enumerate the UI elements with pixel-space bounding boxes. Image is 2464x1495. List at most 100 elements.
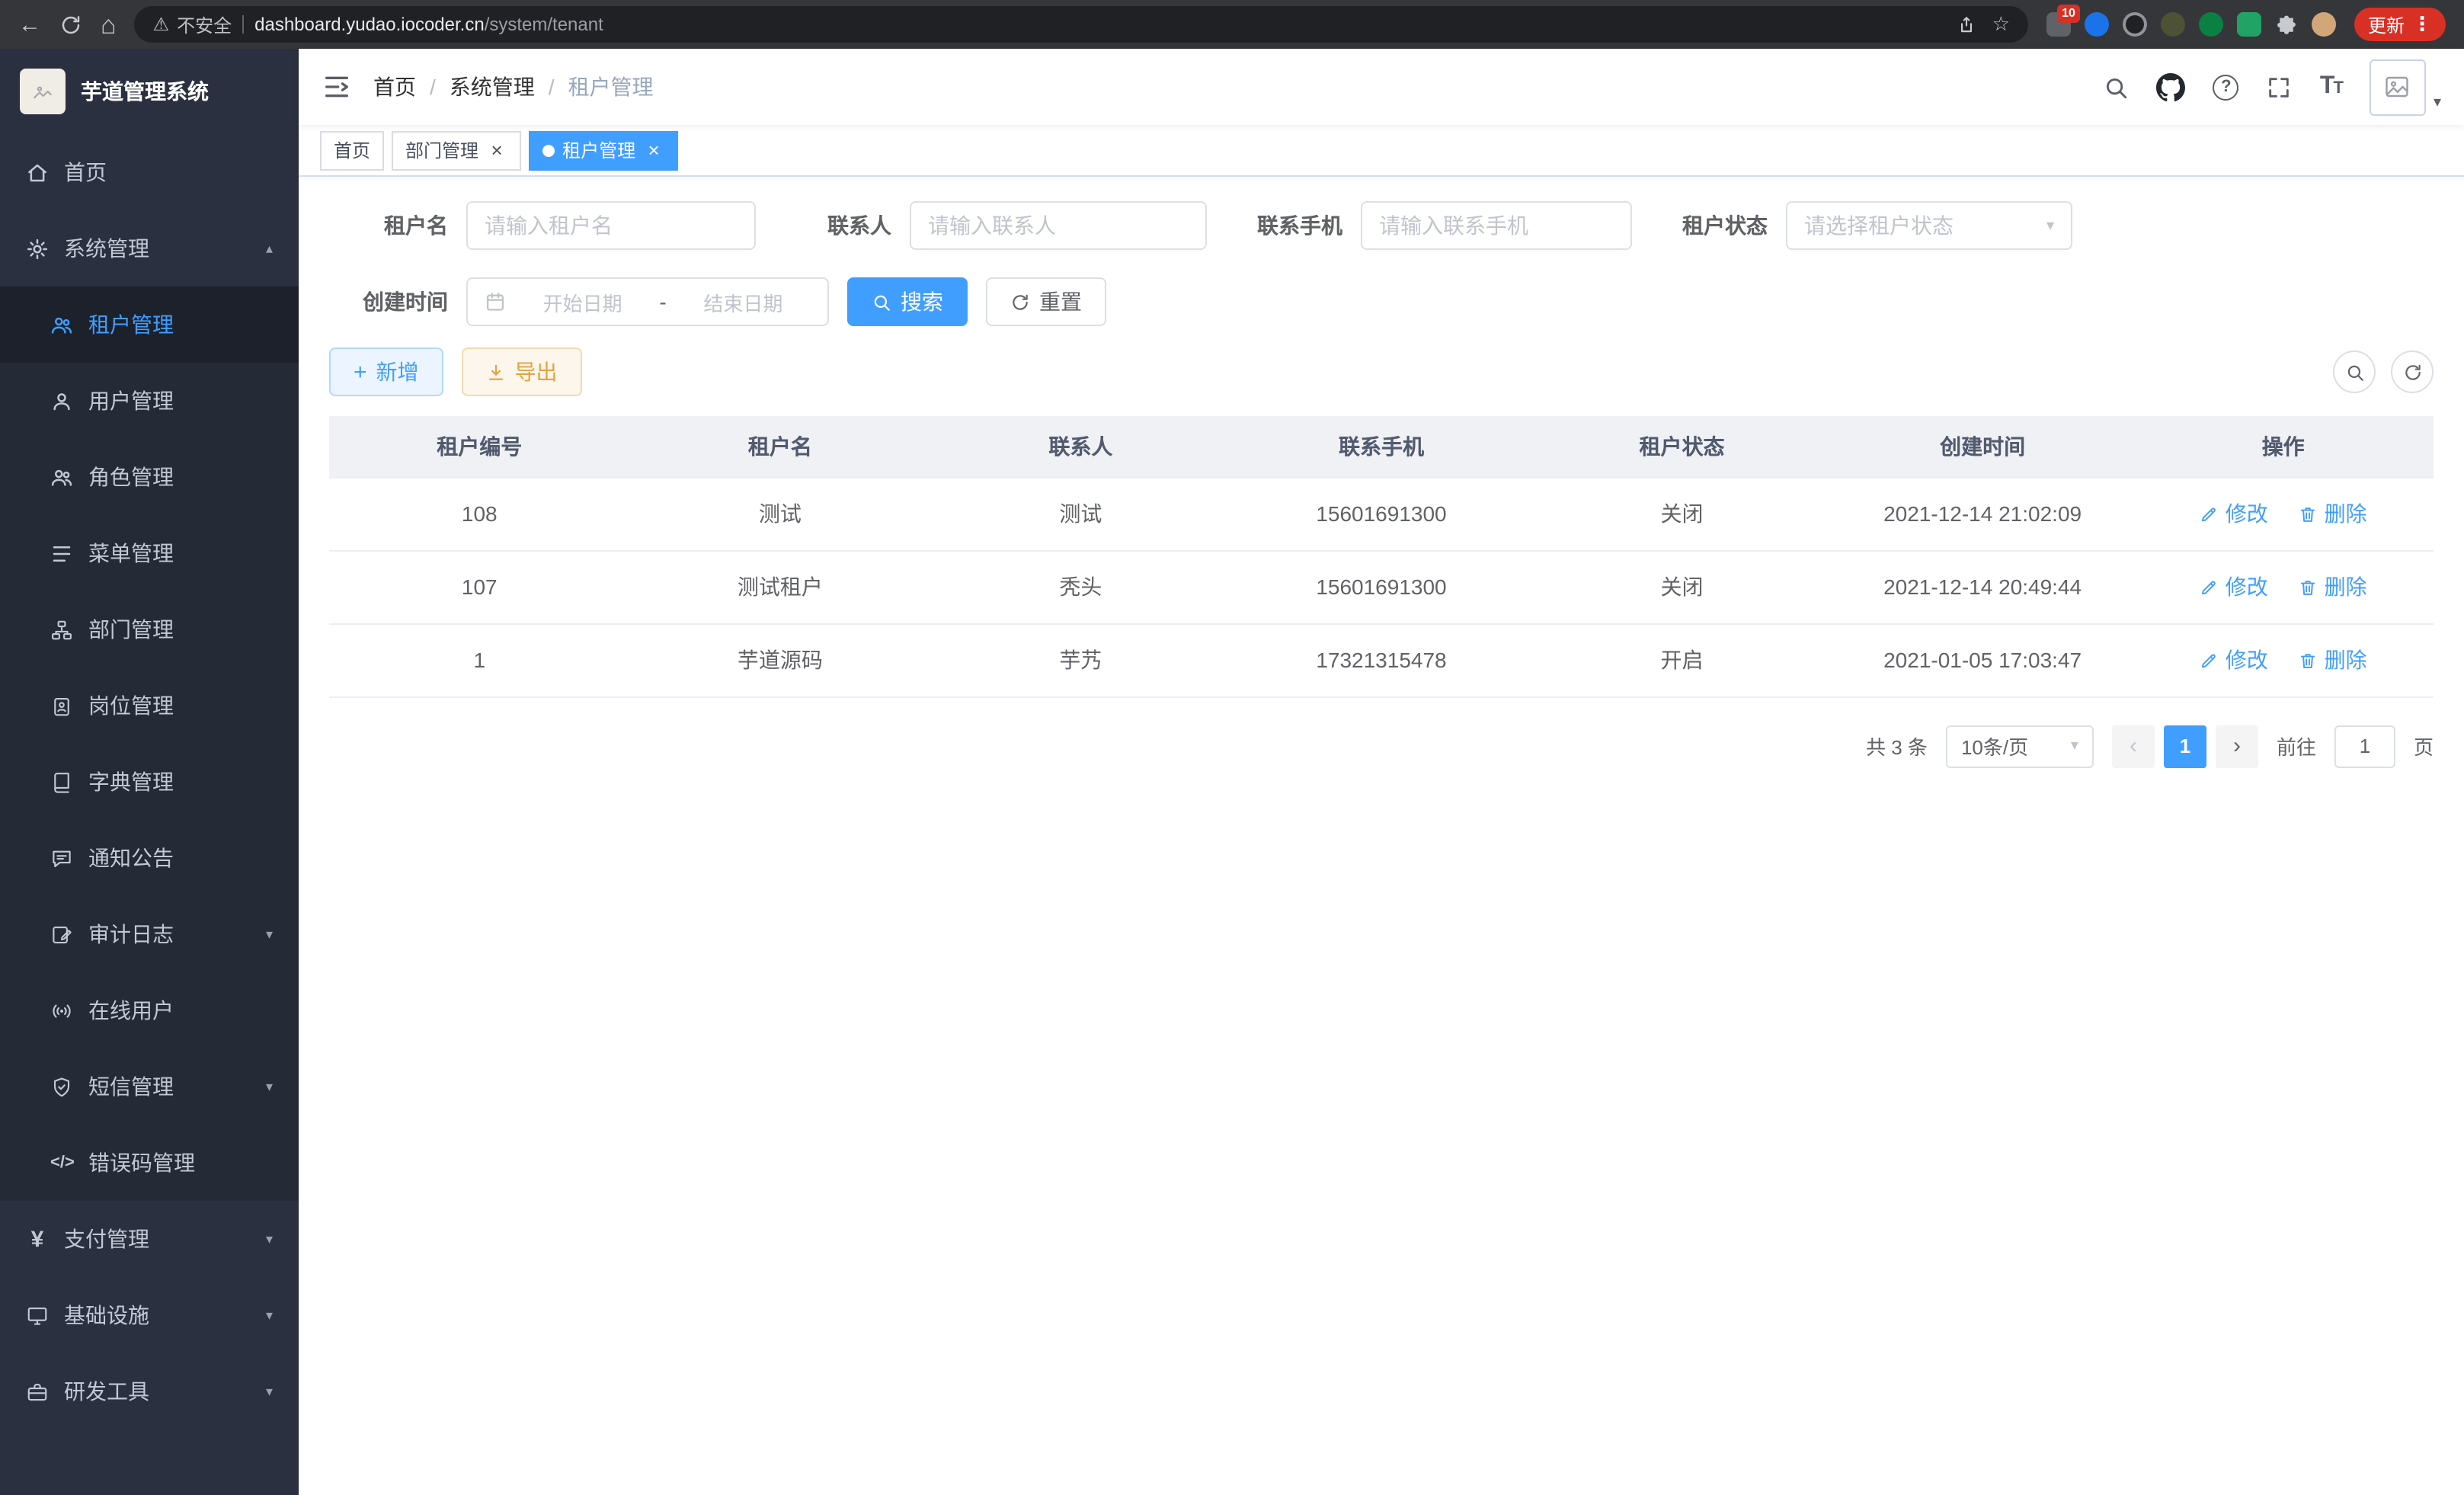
address-bar[interactable]: ⚠ 不安全 dashboard.yudao.iocoder.cn /system… (135, 6, 2028, 43)
sidebar: 芋道管理系统 首页 系统管理 ▴ 租户管理 (0, 49, 299, 1495)
trash-icon (2299, 577, 2318, 597)
refresh-icon (1010, 292, 1030, 312)
sidebar-item-dept[interactable]: 部门管理 (0, 591, 299, 667)
delete-link[interactable]: 删除 (2299, 498, 2367, 529)
sidebar-item-dict[interactable]: 字典管理 (0, 744, 299, 820)
profile-avatar[interactable] (2312, 12, 2336, 37)
sidebar-item-label: 系统管理 (64, 233, 149, 264)
toggle-search-button[interactable] (2333, 351, 2376, 393)
sidebar-item-user[interactable]: 用户管理 (0, 363, 299, 439)
navbar: 首页 / 系统管理 / 租户管理 ? T T (299, 49, 2464, 125)
sidebar-item-error-code[interactable]: </> 错误码管理 (0, 1125, 299, 1201)
sidebar-item-payment[interactable]: ¥ 支付管理 ▾ (0, 1201, 299, 1277)
sidebar-item-menu[interactable]: 菜单管理 (0, 515, 299, 591)
url-domain: dashboard.yudao.iocoder.cn (254, 14, 485, 35)
date-range-picker[interactable]: 开始日期 - 结束日期 (466, 277, 829, 326)
chevron-down-icon: ▾ (266, 1231, 273, 1247)
fullscreen-icon[interactable] (2267, 74, 2293, 100)
column-header: 租户编号 (329, 416, 630, 477)
extension-icon[interactable] (2085, 12, 2109, 37)
page-1-button[interactable]: 1 (2164, 725, 2206, 767)
filter-tenant-name: 租户名 (354, 201, 756, 250)
browser-chrome: ← ⌂ ⚠ 不安全 dashboard.yudao.iocoder.cn /sy… (0, 0, 2464, 49)
sidebar-item-label: 通知公告 (88, 843, 174, 873)
tenant-name-input[interactable] (466, 201, 756, 250)
share-icon[interactable] (1957, 14, 1977, 34)
edit-link[interactable]: 修改 (2200, 498, 2268, 529)
github-icon[interactable] (2157, 72, 2186, 101)
user-avatar-dropdown[interactable]: ▾ (2370, 59, 2441, 115)
contact-input[interactable] (910, 201, 1207, 250)
font-size-icon[interactable]: T T (2320, 73, 2342, 101)
sidebar-item-label: 在线用户 (88, 995, 174, 1026)
sidebar-item-label: 角色管理 (88, 462, 174, 492)
extension-icon[interactable] (2199, 12, 2223, 37)
cell-actions: 修改 删除 (2133, 550, 2434, 623)
breadcrumb-system[interactable]: 系统管理 (450, 72, 535, 102)
edit-link[interactable]: 修改 (2200, 645, 2268, 675)
edit-link[interactable]: 修改 (2200, 571, 2268, 602)
sidebar-item-audit-log[interactable]: 审计日志 ▾ (0, 896, 299, 972)
filter-status: 租户状态 请选择租户状态 ▾ (1673, 201, 2072, 250)
sidebar-item-system[interactable]: 系统管理 ▴ (0, 210, 299, 287)
sidebar-item-tenant[interactable]: 租户管理 (0, 287, 299, 363)
update-button[interactable]: 更新 ⋮ (2354, 8, 2446, 41)
search-button[interactable]: 搜索 (847, 277, 968, 326)
tab-dept[interactable]: 部门管理 × (392, 130, 521, 170)
column-header: 联系手机 (1231, 416, 1532, 477)
chevron-down-icon: ▾ (2071, 738, 2078, 754)
help-icon[interactable]: ? (2213, 74, 2239, 100)
next-page-button[interactable]: › (2216, 725, 2258, 767)
cell-status: 关闭 (1531, 477, 1832, 550)
extensions-puzzle-icon[interactable] (2275, 13, 2298, 36)
home-button[interactable]: ⌂ (101, 11, 117, 37)
refresh-table-button[interactable] (2391, 351, 2434, 393)
logo[interactable]: 芋道管理系统 (0, 49, 299, 134)
back-button[interactable]: ← (18, 13, 41, 36)
reload-button[interactable] (59, 13, 82, 36)
page-size-value: 10条/页 (1961, 731, 2028, 760)
sidebar-item-notice[interactable]: 通知公告 (0, 820, 299, 896)
prev-page-button[interactable]: ‹ (2112, 725, 2155, 767)
sidebar-menu: 首页 系统管理 ▴ 租户管理 用户管理 (0, 134, 299, 1495)
close-icon[interactable]: × (486, 139, 507, 161)
delete-link[interactable]: 删除 (2299, 645, 2367, 675)
divider (242, 15, 244, 34)
screen: ← ⌂ ⚠ 不安全 dashboard.yudao.iocoder.cn /sy… (0, 0, 2464, 1495)
sidebar-item-online-users[interactable]: 在线用户 (0, 972, 299, 1048)
sidebar-item-sms[interactable]: 短信管理 ▾ (0, 1048, 299, 1125)
goto-page-input[interactable] (2334, 725, 2395, 767)
phone-input[interactable] (1361, 201, 1632, 250)
page-size-select[interactable]: 10条/页 ▾ (1946, 725, 2094, 767)
menu-kebab-icon[interactable]: ⋮ (2412, 12, 2432, 37)
add-button[interactable]: + 新增 (329, 347, 443, 396)
tab-tenant[interactable]: 租户管理 × (529, 130, 678, 170)
search-icon[interactable] (2104, 74, 2130, 100)
sidebar-item-role[interactable]: 角色管理 (0, 439, 299, 515)
filter-row-1: 租户名 联系人 联系手机 租户状态 (354, 201, 2434, 250)
bookmark-star-icon[interactable]: ☆ (1992, 12, 2010, 37)
export-button[interactable]: 导出 (462, 347, 582, 396)
reset-button[interactable]: 重置 (986, 277, 1106, 326)
delete-link[interactable]: 删除 (2299, 571, 2367, 602)
security-indicator[interactable]: ⚠ 不安全 (153, 11, 232, 37)
extension-icon[interactable] (2161, 12, 2185, 37)
sidebar-item-label: 首页 (64, 157, 107, 187)
sidebar-item-infra[interactable]: 基础设施 ▾ (0, 1277, 299, 1353)
main-area: 首页 / 系统管理 / 租户管理 ? T T (299, 49, 2464, 1495)
sidebar-item-dev-tools[interactable]: 研发工具 ▾ (0, 1353, 299, 1429)
total-count: 共 3 条 (1866, 731, 1928, 760)
close-icon[interactable]: × (643, 139, 664, 161)
sidebar-item-home[interactable]: 首页 (0, 134, 299, 210)
security-label: 不安全 (177, 11, 232, 37)
extension-icon[interactable] (2237, 12, 2261, 37)
tab-home[interactable]: 首页 (320, 130, 384, 170)
sidebar-item-post[interactable]: 岗位管理 (0, 667, 299, 744)
extension-icon[interactable] (2123, 12, 2147, 37)
sidebar-toggle-icon[interactable] (322, 72, 352, 102)
status-select[interactable]: 请选择租户状态 ▾ (1786, 201, 2072, 250)
search-button-label: 搜索 (901, 287, 943, 317)
extension-icon[interactable]: 10 (2046, 12, 2071, 37)
column-header: 操作 (2133, 416, 2434, 477)
breadcrumb-home[interactable]: 首页 (373, 72, 416, 102)
